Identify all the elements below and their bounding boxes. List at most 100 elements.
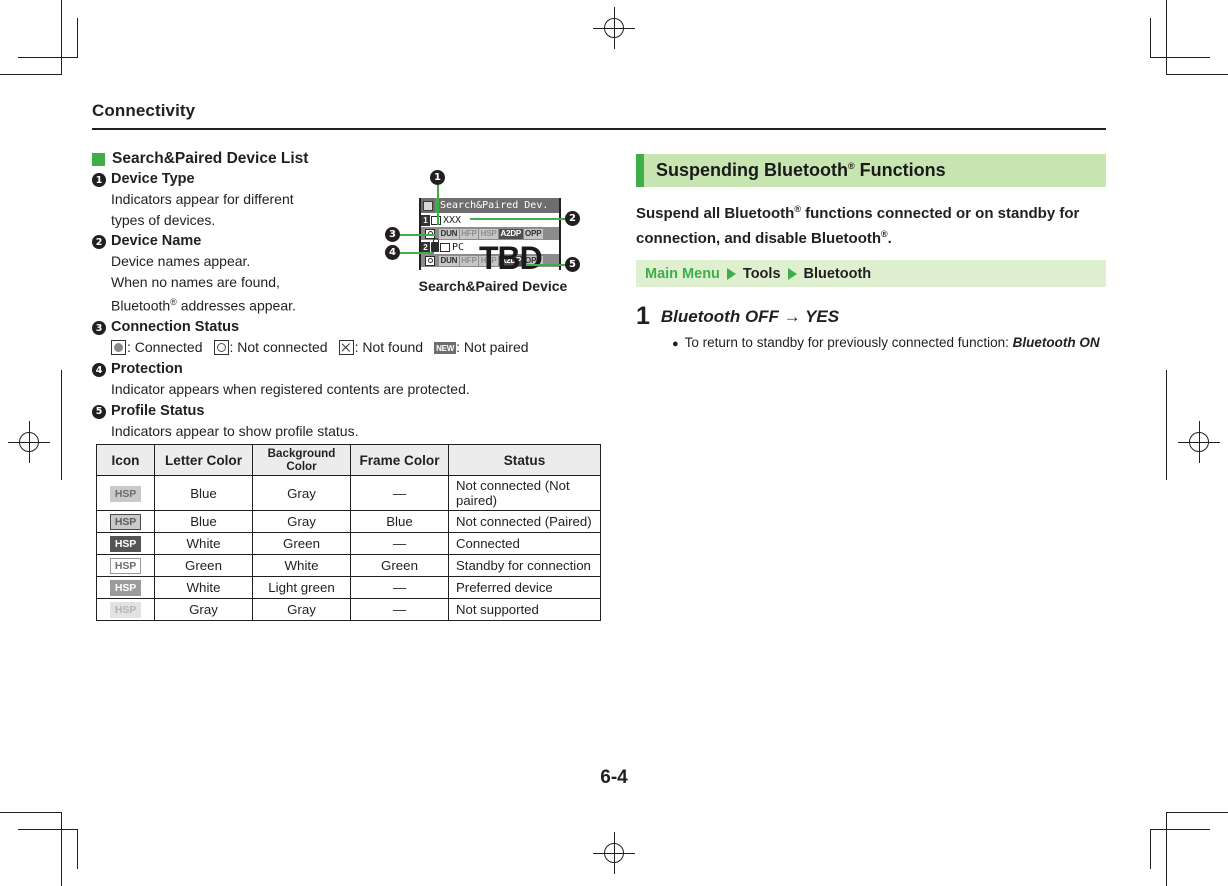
legend-label-not-paired: : Not paired <box>456 339 529 356</box>
profile-badge-a2dp: A2DP <box>499 255 523 266</box>
crop-mark-top-right-inner-v <box>1150 18 1151 58</box>
page-title: Connectivity <box>92 101 196 120</box>
callout-number-3-icon: 3 <box>92 321 106 336</box>
callout-bubble-3: 3 <box>385 227 400 242</box>
table-cell-frame-color: — <box>350 532 449 555</box>
step-1: 1 Bluetooth OFF → YES <box>636 304 1106 329</box>
crop-mark-bottom-left-inner-v <box>77 829 78 869</box>
device-type-icon <box>440 242 450 252</box>
table-cell-status: Standby for connection <box>448 554 601 577</box>
callout-number-4-icon: 4 <box>92 363 106 378</box>
screen-title-label: Search&Paired Dev. <box>440 200 549 211</box>
step-1-note: ● To return to standby for previously co… <box>672 333 1106 354</box>
callout-number-5-icon: 5 <box>92 404 106 419</box>
table-header-row: Icon Letter Color Background Color Frame… <box>96 444 601 476</box>
table-cell-icon: HSP <box>96 532 155 555</box>
table-cell-status: Not connected (Not paired) <box>448 475 601 511</box>
table-cell-letter-color: Blue <box>154 510 253 533</box>
menu-path-bluetooth[interactable]: Bluetooth <box>804 266 872 282</box>
connection-status-icon <box>425 255 435 266</box>
menu-path-main[interactable]: Main Menu <box>645 266 720 282</box>
menu-path-tools[interactable]: Tools <box>743 266 781 282</box>
connection-status-legend: : Connected : Not connected : Not found … <box>111 337 602 358</box>
hsp-profile-icon: HSP <box>109 558 142 574</box>
callout-bubble-4: 4 <box>385 245 400 260</box>
profile-badge-a2dp: A2DP <box>499 228 523 239</box>
step-instruction[interactable]: Bluetooth OFF → YES <box>661 304 839 329</box>
crop-mark-top-left-h <box>0 74 62 75</box>
crop-mark-bottom-left-h <box>0 812 62 813</box>
section-intro: Suspend all Bluetooth® functions connect… <box>636 199 1106 249</box>
item-title-connection-status: Connection Status <box>111 319 240 336</box>
menu-path-band: Main Menu Tools Bluetooth <box>636 260 1106 287</box>
item-text-profile-status: Indicators appear to show profile status… <box>111 422 359 439</box>
title-accent-bar <box>636 154 644 187</box>
table-cell-icon: HSP <box>96 475 155 511</box>
table-cell-letter-color: White <box>154 576 253 599</box>
screen-title-bar: Search&Paired Dev. <box>421 198 559 213</box>
step-number: 1 <box>636 302 650 330</box>
profile-badge-dun: DUN <box>439 255 459 266</box>
hsp-profile-icon: HSP <box>109 514 142 530</box>
device-name-1: XXX <box>443 214 462 226</box>
table-row: HSP Gray Gray — Not supported <box>96 598 601 621</box>
step-1-note-prefix: To return to standby for previously conn… <box>684 335 1013 350</box>
section-intro-line2: connection, and disable Bluetooth®. <box>636 229 892 247</box>
hsp-profile-icon: HSP <box>109 602 142 618</box>
hsp-profile-icon: HSP <box>109 580 142 596</box>
search-paired-device-figure: Search&Paired Dev. 1 XXX DUN HFP HSP A2D… <box>378 168 608 303</box>
table-row: HSP Blue Gray Blue Not connected (Paired… <box>96 510 601 533</box>
page: Connectivity Search&Paired Device List 1… <box>0 0 1228 886</box>
list-item-profile-status: 5 Profile Status <box>92 401 602 421</box>
crop-mark-bottom-left-v <box>61 812 62 886</box>
table-cell-icon: HSP <box>96 576 155 599</box>
crop-mark-bottom-right-v <box>1166 812 1167 886</box>
item-title-device-type: Device Type <box>111 171 195 187</box>
profile-status-table: Icon Letter Color Background Color Frame… <box>96 444 601 621</box>
section-intro-line1: Suspend all Bluetooth® functions connect… <box>636 204 1080 222</box>
section-heading: Search&Paired Device List <box>92 150 602 168</box>
figure-caption: Search&Paired Device <box>418 278 568 294</box>
item-title-profile-status: Profile Status <box>111 402 205 419</box>
table-cell-background-color: Light green <box>252 576 351 599</box>
table-cell-background-color: Green <box>252 532 351 555</box>
item-title-device-name: Device Name <box>111 233 202 249</box>
profile-badge-opp: OPP <box>523 228 543 239</box>
table-cell-icon: HSP <box>96 510 155 533</box>
item-title-protection: Protection <box>111 361 183 378</box>
device-index-1: 1 <box>421 214 430 226</box>
page-number: 6-4 <box>600 767 628 788</box>
table-row: HSP White Light green — Preferred device <box>96 576 601 599</box>
table-row: HSP Green White Green Standby for connec… <box>96 554 601 577</box>
cross-box-icon <box>338 340 354 356</box>
table-cell-status: Not supported <box>448 598 601 621</box>
screen-title-icon <box>423 200 433 211</box>
hsp-profile-icon: HSP <box>109 485 142 502</box>
device-index-2: 2 <box>421 241 430 253</box>
bullet-dot-icon: ● <box>672 338 679 350</box>
table-cell-background-color: White <box>252 554 351 577</box>
table-header-status: Status <box>448 444 601 476</box>
table-cell-icon: HSP <box>96 554 155 577</box>
crop-mark-bottom-right-inner-v <box>1150 829 1151 869</box>
crop-mark-top-left-v <box>61 0 62 75</box>
crop-mark-bottom-right-inner-h <box>1150 829 1210 830</box>
leader-line-3 <box>400 234 436 237</box>
section-heading-label: Search&Paired Device List <box>112 150 309 167</box>
device-list-row-2[interactable]: 2 PC <box>421 238 559 254</box>
section-title-label: Suspending Bluetooth® Functions <box>656 160 946 180</box>
trim-guide-right <box>1166 370 1167 480</box>
profile-badge-dun: DUN <box>439 228 459 239</box>
registration-mark-top <box>593 7 635 49</box>
hsp-profile-icon: HSP <box>109 536 142 552</box>
table-header-icon: Icon <box>96 444 155 476</box>
crop-mark-top-left-inner-h <box>18 57 78 58</box>
table-cell-frame-color: — <box>350 598 449 621</box>
crop-mark-top-right-inner-h <box>1150 57 1210 58</box>
square-bullet-icon <box>92 152 105 166</box>
leader-line-1 <box>437 185 440 225</box>
table-header-background: Background Color <box>252 444 351 476</box>
table-header-frame: Frame Color <box>350 444 449 476</box>
profile-badge-hfp: HFP <box>459 228 479 239</box>
table-cell-background-color: Gray <box>252 475 351 511</box>
